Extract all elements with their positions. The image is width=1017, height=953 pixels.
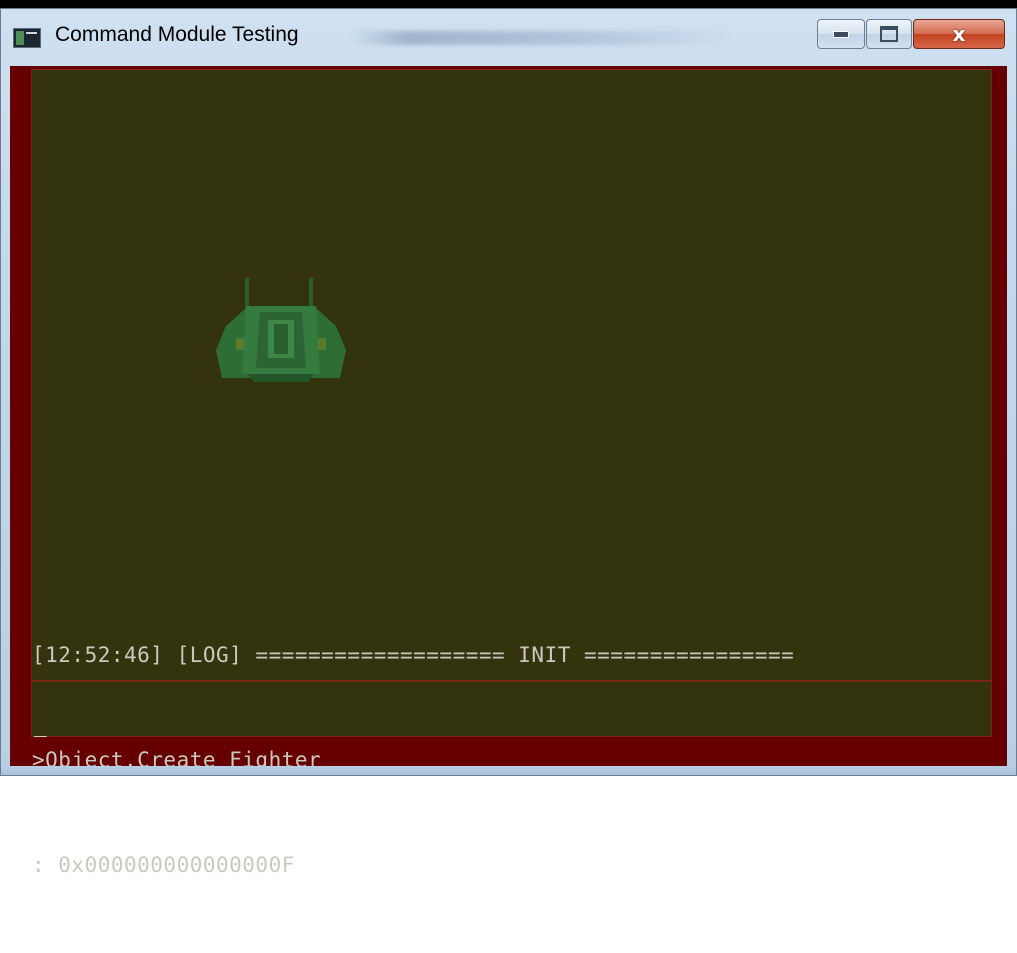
maximize-button[interactable] [866, 19, 912, 49]
window-bottom-border [1, 766, 1016, 775]
game-viewport[interactable]: [12:52:46] [LOG] =================== INI… [31, 69, 992, 877]
top-edge [0, 0, 1017, 8]
maximize-icon [880, 26, 898, 42]
client-area: [12:52:46] [LOG] =================== INI… [10, 66, 1007, 877]
text-cursor: _ [34, 713, 47, 737]
close-button[interactable]: x [913, 19, 1005, 49]
console-line: [12:52:46] [LOG] =================== INI… [32, 643, 795, 667]
window-title: Command Module Testing [55, 23, 299, 46]
app-window: Command Module Testing x [12:52:46] [LOG… [0, 8, 1017, 877]
minimize-icon [833, 30, 849, 38]
title-bar[interactable]: Command Module Testing x [1, 9, 1016, 65]
fighter-ship-icon [216, 278, 346, 382]
minimize-button[interactable] [817, 19, 865, 49]
console-line: : 0x000000000000000F [32, 853, 295, 877]
blurred-path-text [351, 31, 731, 45]
console-log: [12:52:46] [LOG] =================== INI… [32, 568, 993, 953]
command-input[interactable]: _ [31, 681, 992, 737]
close-icon: x [952, 22, 966, 46]
app-icon[interactable] [13, 28, 41, 48]
